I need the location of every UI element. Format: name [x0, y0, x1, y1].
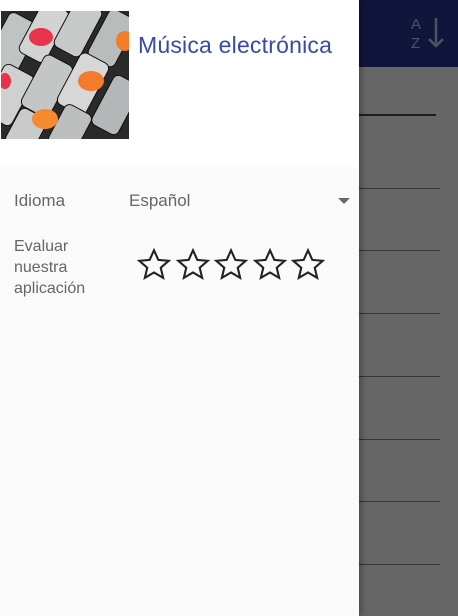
navigation-drawer: Música electrónica Idioma Español Evalua…: [0, 0, 359, 616]
star-1-icon[interactable]: [136, 247, 175, 283]
star-2-icon[interactable]: [175, 247, 214, 283]
star-5-icon[interactable]: [290, 247, 329, 283]
star-4-icon[interactable]: [252, 247, 291, 283]
language-selected-value: Español: [129, 191, 191, 210]
language-dropdown[interactable]: Español: [129, 181, 355, 219]
drawer-title: Música electrónica: [138, 32, 333, 58]
star-3-icon[interactable]: [213, 247, 252, 283]
drawer-header: Música electrónica: [0, 0, 359, 167]
mixer-knobs-image: [1, 11, 129, 139]
dropdown-arrow-icon: [338, 198, 350, 204]
rating-bar[interactable]: [136, 247, 329, 283]
rate-app-label: Evaluar nuestra aplicación: [14, 238, 86, 297]
language-label: Idioma: [14, 191, 66, 210]
